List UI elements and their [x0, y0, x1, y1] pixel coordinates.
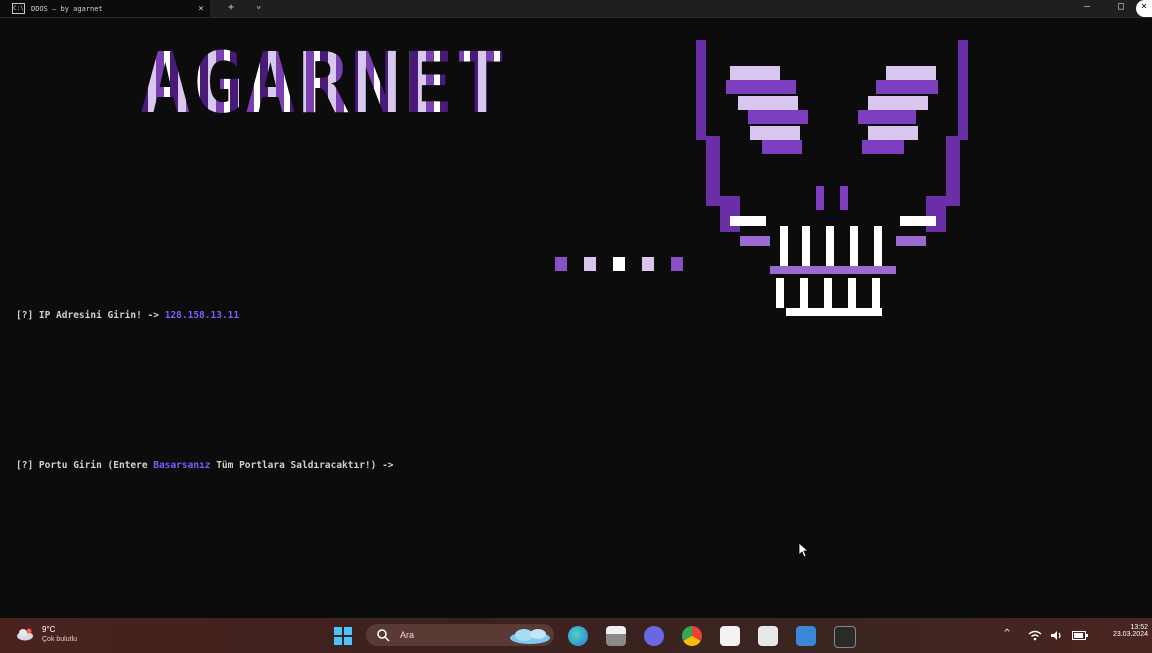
taskbar-search[interactable]: Ara	[366, 624, 554, 646]
close-window-button[interactable]: ×	[1136, 0, 1152, 17]
wifi-icon[interactable]	[1028, 630, 1042, 641]
search-icon	[377, 629, 390, 642]
battery-icon[interactable]	[1072, 631, 1088, 640]
port-prompt-accent: Basarsanız	[153, 460, 211, 471]
terminal-output[interactable]: AGARNET [?] IP Adresini Girin! -> 128.15…	[0, 18, 1152, 618]
port-prompt: [?] Portu Girin (Entere Basarsanız Tüm P…	[16, 460, 394, 471]
clock-time: 13:52	[1130, 624, 1148, 631]
close-tab-icon[interactable]: ×	[192, 4, 210, 14]
ip-prompt: [?] IP Adresini Girin! -> 128.158.13.11	[16, 310, 239, 321]
terminal-icon: C:\	[12, 3, 25, 14]
chevron-down-icon[interactable]: ⌄	[256, 1, 261, 11]
skull-ascii-art	[696, 40, 968, 316]
search-highlight-icon	[510, 629, 550, 644]
port-prompt-label: [?] Portu Girin (Entere	[16, 460, 154, 471]
terminal-icon[interactable]	[834, 626, 856, 648]
tab-title: DDOS — by agarnet	[31, 4, 103, 13]
search-label: Ara	[400, 630, 415, 640]
photos-icon[interactable]	[758, 626, 778, 646]
port-prompt-suffix: Tüm Portlara Saldıracaktır!) ->	[210, 460, 394, 471]
tray-chevron-icon[interactable]: ^	[1004, 628, 1010, 639]
chrome-icon[interactable]	[682, 626, 702, 646]
widgets-icon[interactable]	[568, 626, 588, 646]
terminal-tab[interactable]: C:\ DDOS — by agarnet ×	[0, 0, 210, 17]
clock-date: 23.03.2024	[1112, 631, 1148, 638]
store-icon[interactable]	[720, 626, 740, 646]
new-tab-button[interactable]: +	[228, 2, 234, 13]
weather-temperature: 9°C	[42, 625, 56, 634]
start-icon[interactable]	[334, 627, 352, 645]
mail-icon[interactable]	[796, 626, 816, 646]
ascii-dots	[555, 257, 700, 271]
chat-icon[interactable]	[644, 626, 664, 646]
mouse-cursor-icon	[798, 542, 810, 558]
minimize-button[interactable]: —	[1084, 0, 1090, 17]
cloud-icon	[17, 628, 33, 641]
banner-text: AGARNET	[140, 34, 509, 132]
ip-prompt-label: [?] IP Adresini Girin! ->	[16, 310, 165, 321]
file-explorer-icon[interactable]	[606, 626, 626, 646]
volume-icon[interactable]	[1050, 630, 1064, 641]
weather-widget[interactable]: 9°C Çok bulutlu	[12, 624, 122, 648]
title-bar: C:\ DDOS — by agarnet × + ⌄ — □ ×	[0, 0, 1152, 18]
maximize-button[interactable]: □	[1118, 0, 1124, 17]
taskbar: 9°C Çok bulutlu Ara ^ 13:52 23.03.2024	[0, 618, 1152, 653]
ip-input-value[interactable]: 128.158.13.11	[165, 310, 239, 321]
weather-condition: Çok bulutlu	[42, 636, 78, 643]
clock[interactable]: 13:52 23.03.2024	[1100, 624, 1148, 638]
